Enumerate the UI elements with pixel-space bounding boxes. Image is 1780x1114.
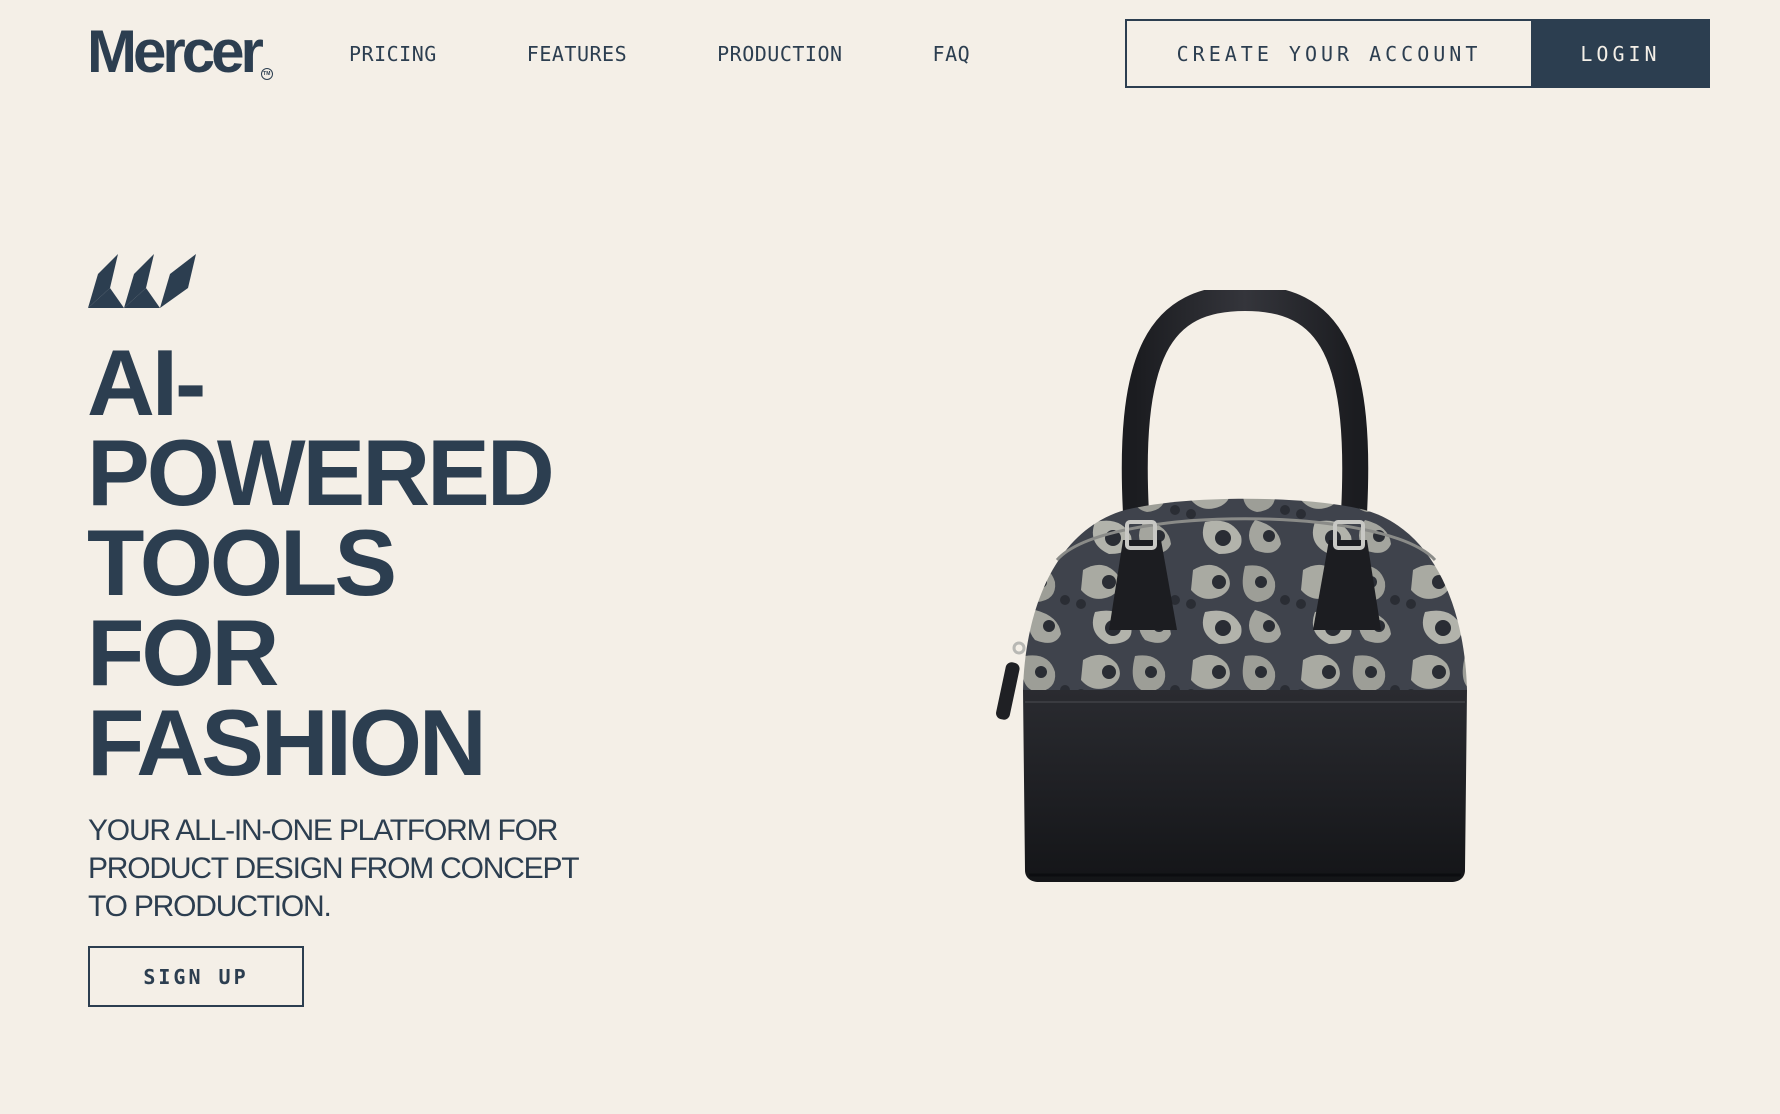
handbag-image xyxy=(996,290,1467,882)
nav-features[interactable]: FEATURES xyxy=(527,40,627,68)
hero-title-line: FASHION xyxy=(87,690,487,795)
hero-subtitle: YOUR ALL-IN-ONE PLATFORM FOR PRODUCT DES… xyxy=(88,814,579,923)
mercer-stripes-icon xyxy=(88,254,196,308)
create-account-button[interactable]: CREATE YOUR ACCOUNT xyxy=(1125,19,1533,88)
signup-button[interactable]: SIGN UP xyxy=(88,946,304,1007)
main-nav: PRICING FEATURES PRODUCTION FAQ xyxy=(349,40,1060,68)
hero-title-line: FOR xyxy=(87,600,279,705)
hero-title-line: AI- xyxy=(87,330,206,435)
trademark-icon: TM xyxy=(260,68,273,80)
landing-page: Mercer TM PRICING FEATURES PRODUCTION FA… xyxy=(0,0,1780,1114)
hero-title-line: POWERED xyxy=(87,420,555,525)
nav-pricing[interactable]: PRICING xyxy=(349,40,437,68)
mercer-logo[interactable]: Mercer TM xyxy=(87,22,273,82)
logo-wordmark: Mercer xyxy=(87,18,264,85)
nav-production[interactable]: PRODUCTION xyxy=(717,40,842,68)
hero-title-line: TOOLS xyxy=(87,510,397,615)
login-button[interactable]: LOGIN xyxy=(1531,19,1710,88)
nav-faq[interactable]: FAQ xyxy=(933,40,971,68)
hero-title: AI- POWERED TOOLS FOR FASHION xyxy=(87,330,555,795)
